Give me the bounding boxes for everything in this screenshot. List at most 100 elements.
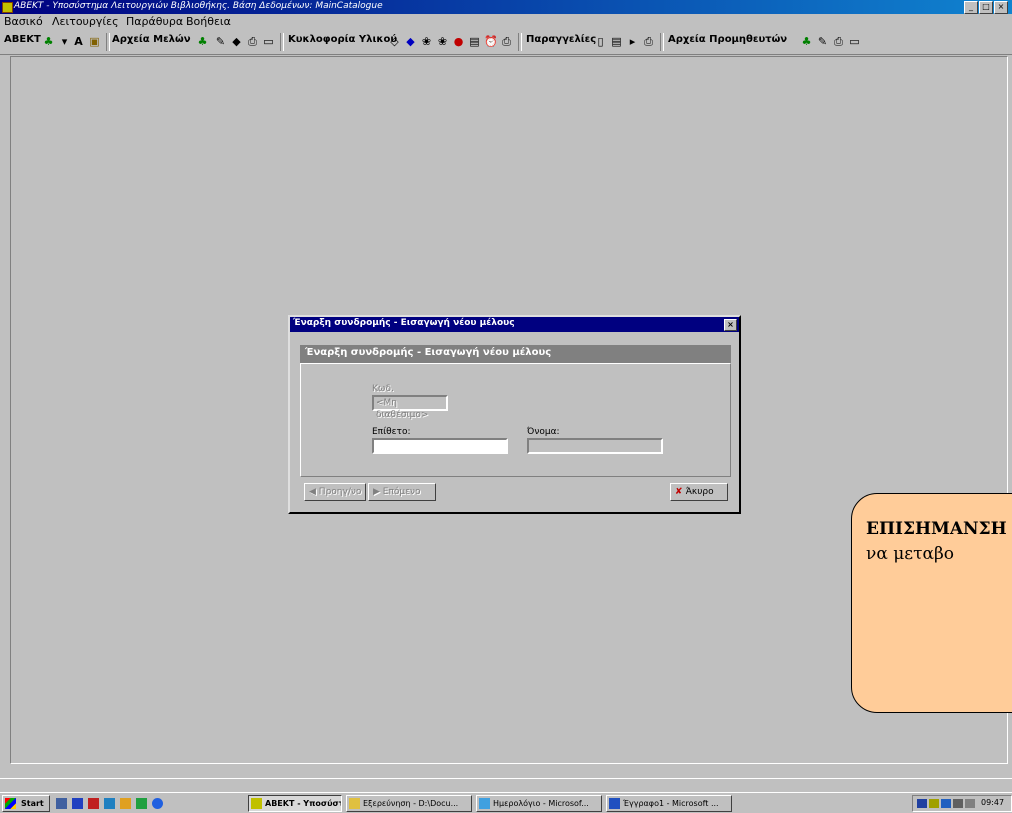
dialog-title-bar[interactable]: Έναρξη συνδρομής - Εισαγωγή νέου μέλους … [290, 317, 739, 332]
menu-functions[interactable]: Λειτουργίες [52, 15, 119, 28]
language-icon[interactable] [941, 799, 951, 808]
overdue-icon[interactable]: ● [452, 35, 465, 48]
print-icon[interactable]: ⎙ [642, 35, 655, 48]
word-icon [609, 798, 620, 809]
letter-a-icon[interactable]: A [72, 35, 85, 48]
task-word-document[interactable]: Έγγραφο1 - Microsoft ... [606, 795, 732, 812]
volume-icon[interactable] [929, 799, 939, 808]
red-x-icon: ✘ [675, 487, 686, 497]
surname-input[interactable] [372, 438, 508, 454]
start-button[interactable]: Start [2, 795, 50, 812]
previous-button[interactable]: ◀ Προηγ/νο [304, 483, 366, 501]
toolbar-separator [106, 33, 110, 51]
dialog-header-text: Έναρξη συνδρομής - Εισαγωγή νέου μέλους [305, 347, 552, 358]
start-button-label: Start [21, 799, 44, 808]
app-icon [251, 798, 262, 809]
system-tray: 09:47 [912, 795, 1012, 812]
window-title-bar[interactable]: ΑΒΕΚΤ - Υποσύστημα Λειτουργιών Βιβλιοθήκ… [0, 0, 1012, 14]
window-title: ΑΒΕΚΤ - Υποσύστημα Λειτουργιών Βιβλιοθήκ… [14, 1, 383, 11]
previous-button-label: Προηγ/νο [318, 487, 362, 497]
quicklaunch-excel-icon[interactable] [136, 798, 147, 809]
toolbar-label-circulation: Κυκλοφορία Υλικού [288, 34, 398, 45]
supplier-edit-icon[interactable]: ✎ [816, 35, 829, 48]
arrow-right-icon: ▶ [373, 487, 383, 497]
toolbar-separator [660, 33, 664, 51]
task-label: Εξερεύνηση - D:\Docu... [363, 799, 459, 808]
task-label: ΑΒΕΚΤ - Υποσύστημ... [265, 799, 341, 808]
next-button-label: Επόμενο [382, 487, 421, 497]
quicklaunch-outlook-icon[interactable] [72, 798, 83, 809]
reserve-icon[interactable]: ❀ [420, 35, 433, 48]
dialog-header: Έναρξη συνδρομής - Εισαγωγή νέου μέλους [300, 345, 731, 363]
orders-list-icon[interactable]: ▤ [610, 35, 623, 48]
next-button[interactable]: ▶ Επόμενο [368, 483, 436, 501]
arrow-left-icon: ◀ [309, 487, 319, 497]
supplier-icon[interactable]: ♣ [800, 35, 813, 48]
card-icon[interactable]: ▭ [262, 35, 275, 48]
quicklaunch-folder-icon[interactable] [120, 798, 131, 809]
new-member-dialog: Έναρξη συνδρομής - Εισαγωγή νέου μέλους … [288, 315, 741, 514]
calendar-icon [479, 798, 490, 809]
menu-bar: Βασικό Λειτουργίες Παράθυρα Βοήθεια [0, 14, 1012, 30]
return-icon[interactable]: ◆ [404, 35, 417, 48]
quicklaunch-word-icon[interactable] [104, 798, 115, 809]
monitor-icon[interactable] [953, 799, 963, 808]
task-label: Έγγραφο1 - Microsoft ... [623, 799, 719, 808]
task-label: Ημερολόγιο - Microsof... [493, 799, 589, 808]
dialog-title: Έναρξη συνδρομής - Εισαγωγή νέου μέλους [293, 318, 515, 328]
callout-heading: ΕΠΙΣΗΜΑΝΣΗ [866, 519, 1007, 539]
cancel-button-label: Άκυρο [685, 487, 714, 497]
eraser-icon[interactable]: ◆ [230, 35, 243, 48]
folder-icon[interactable]: ▣ [88, 35, 101, 48]
code-label: Κωδ. [372, 384, 394, 394]
print-icon[interactable]: ⎙ [500, 35, 513, 48]
minimize-button[interactable]: _ [964, 1, 978, 14]
document-icon[interactable]: ▤ [468, 35, 481, 48]
task-abekt[interactable]: ΑΒΕΚΤ - Υποσύστημ... [248, 795, 342, 812]
print-icon[interactable]: ⎙ [246, 35, 259, 48]
app-icon[interactable] [2, 2, 13, 13]
surname-label: Επίθετο: [372, 427, 411, 437]
folder-icon [349, 798, 360, 809]
renew-icon[interactable]: ❀ [436, 35, 449, 48]
task-calendar[interactable]: Ημερολόγιο - Microsof... [476, 795, 602, 812]
note-callout: ΕΠΙΣΗΜΑΝΣΗ να μεταβο [851, 493, 1012, 713]
toolbar-label-abekt: ΑΒΕΚΤ [4, 34, 41, 45]
member-icon[interactable]: ♣ [196, 35, 209, 48]
mail-icon[interactable] [965, 799, 975, 808]
status-bar [0, 778, 1012, 793]
menu-help[interactable]: Βοήθεια [186, 15, 231, 28]
cancel-button[interactable]: ✘ Άκυρο [670, 483, 728, 501]
menu-windows[interactable]: Παράθυρα [126, 15, 183, 28]
quicklaunch-explorer-icon[interactable] [56, 798, 67, 809]
name-label: Όνομα: [527, 427, 560, 437]
clock[interactable]: 09:47 [981, 798, 1004, 807]
new-order-icon[interactable]: ▯ [594, 35, 607, 48]
dialog-close-button[interactable]: × [724, 319, 737, 331]
dropdown-arrow-icon[interactable]: ▾ [58, 35, 71, 48]
quicklaunch-ie-icon[interactable] [152, 798, 163, 809]
taskbar: Start ΑΒΕΚΤ - Υποσύστημ... Εξερεύνηση - … [0, 792, 1012, 813]
toolbar: ΑΒΕΚΤ ♣ ▾ A ▣ Αρχεία Μελών ♣ ✎ ◆ ⎙ ▭ Κυκ… [0, 30, 1012, 55]
toolbar-separator [518, 33, 522, 51]
callout-text: να μεταβο [866, 544, 955, 564]
network-icon[interactable] [917, 799, 927, 808]
window-controls: _ □ × [964, 1, 1008, 14]
print-icon[interactable]: ⎙ [832, 35, 845, 48]
loan-icon[interactable]: ◇ [388, 35, 401, 48]
order-send-icon[interactable]: ▸ [626, 35, 639, 48]
card-icon[interactable]: ▭ [848, 35, 861, 48]
toolbar-separator [280, 33, 284, 51]
name-input[interactable] [527, 438, 663, 454]
maximize-button[interactable]: □ [979, 1, 993, 14]
task-explorer[interactable]: Εξερεύνηση - D:\Docu... [346, 795, 472, 812]
toolbar-label-member-files: Αρχεία Μελών [112, 34, 191, 45]
close-button[interactable]: × [994, 1, 1008, 14]
dialog-form-panel: Κωδ. <Μη διαθέσιμο> Επίθετο: Όνομα: [300, 363, 731, 477]
alarm-icon[interactable]: ⏰ [484, 35, 498, 48]
menu-basic[interactable]: Βασικό [4, 15, 43, 28]
member-edit-icon[interactable]: ✎ [214, 35, 227, 48]
toolbar-label-orders: Παραγγελίες [526, 34, 597, 45]
quicklaunch-office-icon[interactable] [88, 798, 99, 809]
users-icon[interactable]: ♣ [42, 35, 55, 48]
